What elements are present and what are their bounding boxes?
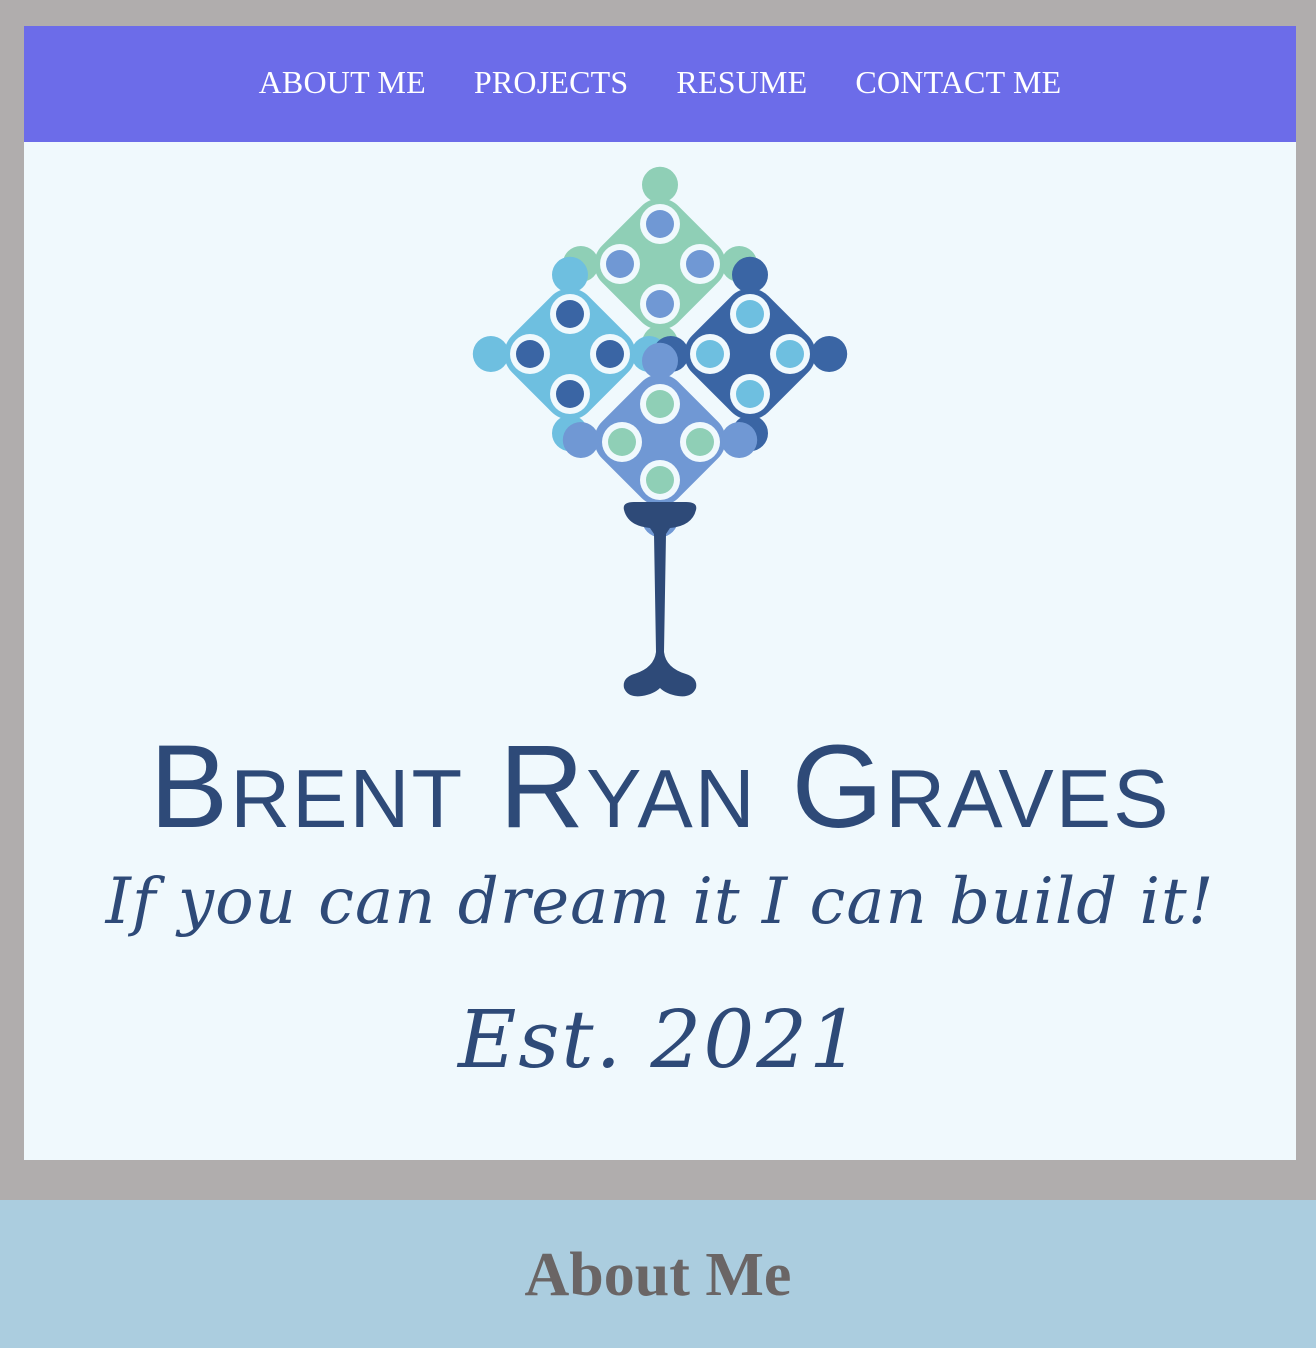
nav-about-me-link[interactable]: ABOUT ME [259, 64, 426, 101]
nav-resume-link[interactable]: RESUME [676, 64, 807, 101]
site-frame: ABOUT ME PROJECTS RESUME CONTACT ME Bren… [24, 26, 1296, 1160]
nav-projects-link[interactable]: PROJECTS [474, 64, 629, 101]
tree-logo-icon [465, 159, 855, 697]
brand-name-last: Graves [791, 721, 1171, 853]
established-text: Est. 2021 [457, 993, 863, 1086]
about-section: About Me [0, 1200, 1316, 1348]
tagline: If you can dream it I can build it! [105, 865, 1215, 939]
hero-banner: Brent Ryan Graves If you can dream it I … [24, 142, 1296, 1160]
brand-name: Brent Ryan Graves [24, 728, 1296, 846]
nav-contact-me-link[interactable]: CONTACT ME [855, 64, 1061, 101]
brand-name-middle: Ryan [498, 721, 757, 853]
about-heading: About Me [524, 1241, 792, 1309]
brand-name-first: Brent [149, 721, 465, 853]
top-navbar: ABOUT ME PROJECTS RESUME CONTACT ME [24, 26, 1296, 142]
